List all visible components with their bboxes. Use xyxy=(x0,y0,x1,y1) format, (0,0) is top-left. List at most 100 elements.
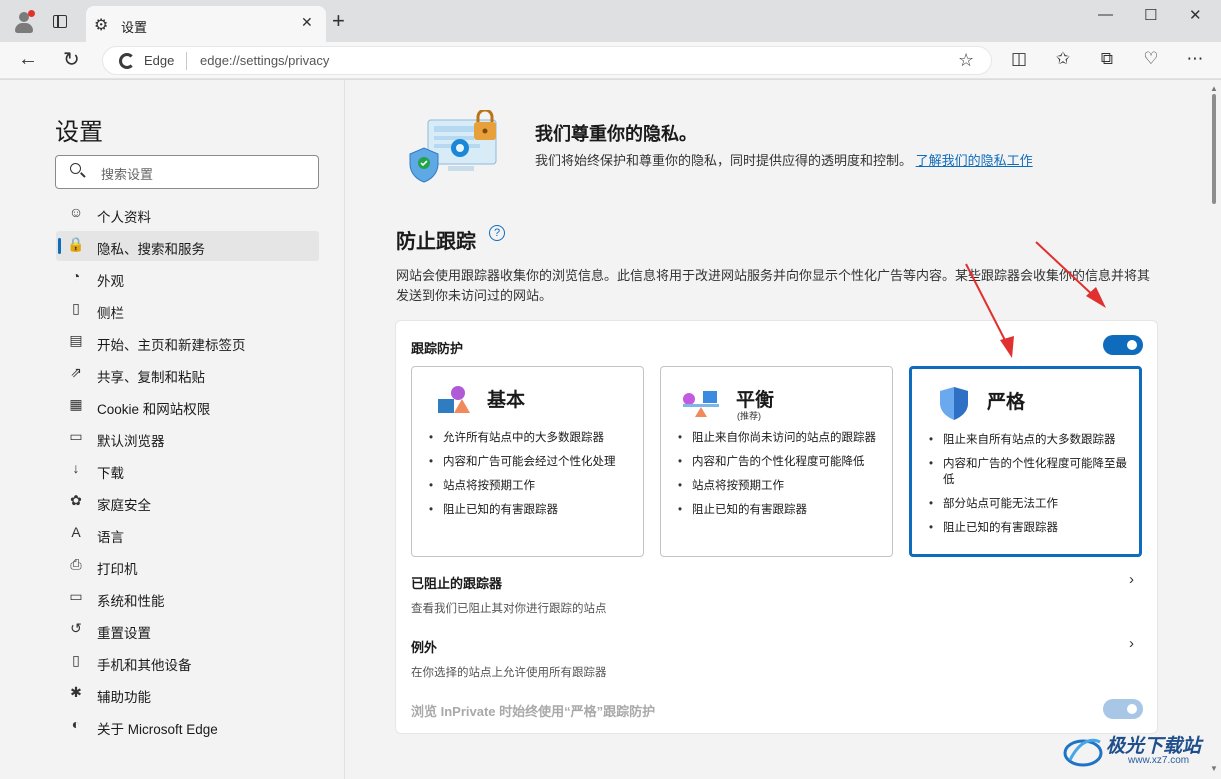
sidebar-item[interactable]: ◐ 关于 Microsoft Edge xyxy=(56,711,319,741)
blocked-trackers-subtitle: 查看我们已阻止其对你进行跟踪的站点 xyxy=(411,603,607,615)
printer-icon: ⎙ xyxy=(70,556,82,572)
sidebar-item[interactable]: ☺ 个人资料 xyxy=(56,199,319,229)
sidebar-item[interactable]: ↺ 重置设置 xyxy=(56,615,319,645)
sidebar-icon: ▯ xyxy=(72,300,80,316)
hero-description: 我们将始终保护和尊重你的隐私，同时提供应得的透明度和控制。 了解我们的隐私工作 xyxy=(535,150,1070,171)
watermark-logo-icon xyxy=(1063,738,1103,767)
sidebar-item[interactable]: ⇗ 共享、复制和粘贴 xyxy=(56,359,319,389)
sidebar-item-label: 重置设置 xyxy=(97,626,151,641)
tab-settings[interactable]: ⚙ 设置 ✕ xyxy=(86,6,326,42)
sidebar-item[interactable]: ▭ 默认浏览器 xyxy=(56,423,319,453)
option-bullets: 阻止来自所有站点的大多数跟踪器 内容和广告的个性化程度可能降至最低 部分站点可能… xyxy=(929,432,1129,544)
chevron-right-icon[interactable]: › xyxy=(1129,635,1134,652)
option-balanced[interactable]: 平衡 (推荐) 阻止来自你尚未访问的站点的跟踪器 内容和广告的个性化程度可能降低… xyxy=(660,366,893,557)
browser-toolbar: ← ↻ Edge edge://settings/privacy ☆ ◫ ✩ ⧉… xyxy=(0,42,1221,79)
section-description: 网站会使用跟踪器收集你的浏览信息。此信息将用于改进网站服务并向你显示个性化广告等… xyxy=(396,268,1151,303)
edge-logo-icon xyxy=(119,53,135,69)
sidebar-item-label: 下载 xyxy=(97,466,124,481)
option-strict[interactable]: 严格 阻止来自所有站点的大多数跟踪器 内容和广告的个性化程度可能降至最低 部分站… xyxy=(909,366,1142,557)
close-tab-icon[interactable]: ✕ xyxy=(301,14,313,31)
browser-essentials-icon[interactable]: ♡ xyxy=(1140,48,1162,70)
browser-icon: ▭ xyxy=(69,428,83,444)
sidebar-item-label: 语言 xyxy=(97,530,124,545)
collections-icon[interactable]: ⧉ xyxy=(1096,48,1118,70)
sidebar-item[interactable]: ⎙ 打印机 xyxy=(56,551,319,581)
minimize-icon[interactable]: — xyxy=(1098,6,1113,23)
favorite-star-icon[interactable]: ☆ xyxy=(958,50,974,71)
sidebar-item[interactable]: ▦ Cookie 和网站权限 xyxy=(56,391,319,421)
option-name: 平衡 xyxy=(736,390,775,411)
exceptions-title[interactable]: 例外 xyxy=(411,637,437,656)
search-placeholder: 搜索设置 xyxy=(101,167,154,182)
language-icon: A xyxy=(71,524,81,540)
address-brand: Edge xyxy=(144,53,175,68)
blocked-trackers-title[interactable]: 已阻止的跟踪器 xyxy=(411,573,502,592)
option-bullet: 内容和广告的个性化程度可能降低 xyxy=(678,454,878,470)
maximize-icon[interactable]: ☐ xyxy=(1144,6,1157,24)
help-icon[interactable]: ? xyxy=(489,225,505,241)
sidebar-item[interactable]: A 语言 xyxy=(56,519,319,549)
option-bullet: 阻止已知的有害跟踪器 xyxy=(429,502,629,518)
sidebar-item-label: 打印机 xyxy=(97,562,138,577)
sidebar-item[interactable]: ↓ 下载 xyxy=(56,455,319,485)
sidebar-item-label: Cookie 和网站权限 xyxy=(97,402,211,417)
gear-icon: ⚙ xyxy=(94,17,109,34)
tracking-prevention-toggle[interactable] xyxy=(1103,335,1143,355)
hero-desc-text: 我们将始终保护和尊重你的隐私，同时提供应得的透明度和控制。 xyxy=(535,153,913,168)
scroll-up-icon[interactable]: ▲ xyxy=(1210,84,1218,93)
more-menu-icon[interactable]: ⋯ xyxy=(1184,48,1206,70)
profile-avatar-icon[interactable] xyxy=(12,10,36,34)
tab-actions-icon[interactable] xyxy=(53,15,67,28)
option-name: 基本 xyxy=(487,390,526,411)
title-bar: ⚙ 设置 ✕ + — ☐ ✕ xyxy=(0,0,1221,42)
close-window-icon[interactable]: ✕ xyxy=(1189,6,1202,24)
option-basic[interactable]: 基本 允许所有站点中的大多数跟踪器 内容和广告可能会经过个性化处理 站点将按预期… xyxy=(411,366,644,557)
family-icon: ✿ xyxy=(70,492,82,508)
sidebar-item[interactable]: ▯ 侧栏 xyxy=(56,295,319,325)
reset-icon: ↺ xyxy=(70,620,82,636)
refresh-icon[interactable]: ↻ xyxy=(63,47,80,72)
option-bullet: 内容和广告可能会经过个性化处理 xyxy=(429,454,629,470)
sidebar-item-label: 辅助功能 xyxy=(97,690,151,705)
sidebar-item-label: 默认浏览器 xyxy=(97,434,165,449)
scrollbar-thumb[interactable] xyxy=(1212,94,1216,204)
favorites-icon[interactable]: ✩ xyxy=(1052,48,1074,70)
phone-icon: ▯ xyxy=(72,652,80,668)
sidebar-item-label: 个人资料 xyxy=(97,210,151,225)
split-screen-icon[interactable]: ◫ xyxy=(1008,48,1030,70)
option-bullets: 允许所有站点中的大多数跟踪器 内容和广告可能会经过个性化处理 站点将按预期工作 … xyxy=(429,430,629,526)
sidebar-item[interactable]: ▯ 手机和其他设备 xyxy=(56,647,319,677)
sidebar-item-label: 外观 xyxy=(97,274,124,289)
search-settings-input[interactable]: 搜索设置 xyxy=(55,155,319,189)
sidebar-item[interactable]: ▤ 开始、主页和新建标签页 xyxy=(56,327,319,357)
watermark-url: www.xz7.com xyxy=(1128,755,1190,766)
section-title: 防止跟踪 xyxy=(396,231,476,253)
option-bullet: 站点将按预期工作 xyxy=(678,478,878,494)
address-url[interactable]: edge://settings/privacy xyxy=(200,53,329,68)
settings-content: 我们尊重你的隐私。 我们将始终保护和尊重你的隐私，同时提供应得的透明度和控制。 … xyxy=(346,80,1206,779)
sidebar-item[interactable]: 🔒 隐私、搜索和服务 xyxy=(56,231,319,261)
back-arrow-icon[interactable]: ← xyxy=(18,48,38,71)
page-scrollbar[interactable]: ▲ ▼ xyxy=(1207,80,1221,779)
laptop-icon: ▭ xyxy=(69,588,83,604)
address-bar[interactable]: Edge edge://settings/privacy ☆ xyxy=(102,46,992,75)
chevron-right-icon[interactable]: › xyxy=(1129,571,1134,588)
option-name: 严格 xyxy=(987,392,1026,413)
sidebar-item[interactable]: ✿ 家庭安全 xyxy=(56,487,319,517)
sidebar-item[interactable]: ▭ 系统和性能 xyxy=(56,583,319,613)
search-icon xyxy=(70,163,81,174)
sidebar-item[interactable]: ✱ 辅助功能 xyxy=(56,679,319,709)
inprivate-strict-toggle xyxy=(1103,699,1143,719)
sidebar-item[interactable]: ◔ 外观 xyxy=(56,263,319,293)
shield-icon xyxy=(940,387,968,420)
privacy-learn-more-link[interactable]: 了解我们的隐私工作 xyxy=(916,153,1033,168)
tab-title: 设置 xyxy=(121,20,148,35)
sidebar-title: 设置 xyxy=(55,119,103,146)
site-permissions-icon: ▦ xyxy=(69,396,83,412)
watermark: 极光下载站 www.xz7.com xyxy=(1062,727,1218,775)
option-bullet: 阻止已知的有害跟踪器 xyxy=(678,502,878,518)
new-tab-icon[interactable]: + xyxy=(332,10,345,32)
inprivate-strict-label: 浏览 InPrivate 时始终使用“严格”跟踪防护 xyxy=(411,704,656,719)
option-recommended-label: (推荐) xyxy=(737,411,761,421)
option-bullet: 阻止已知的有害跟踪器 xyxy=(929,520,1129,536)
